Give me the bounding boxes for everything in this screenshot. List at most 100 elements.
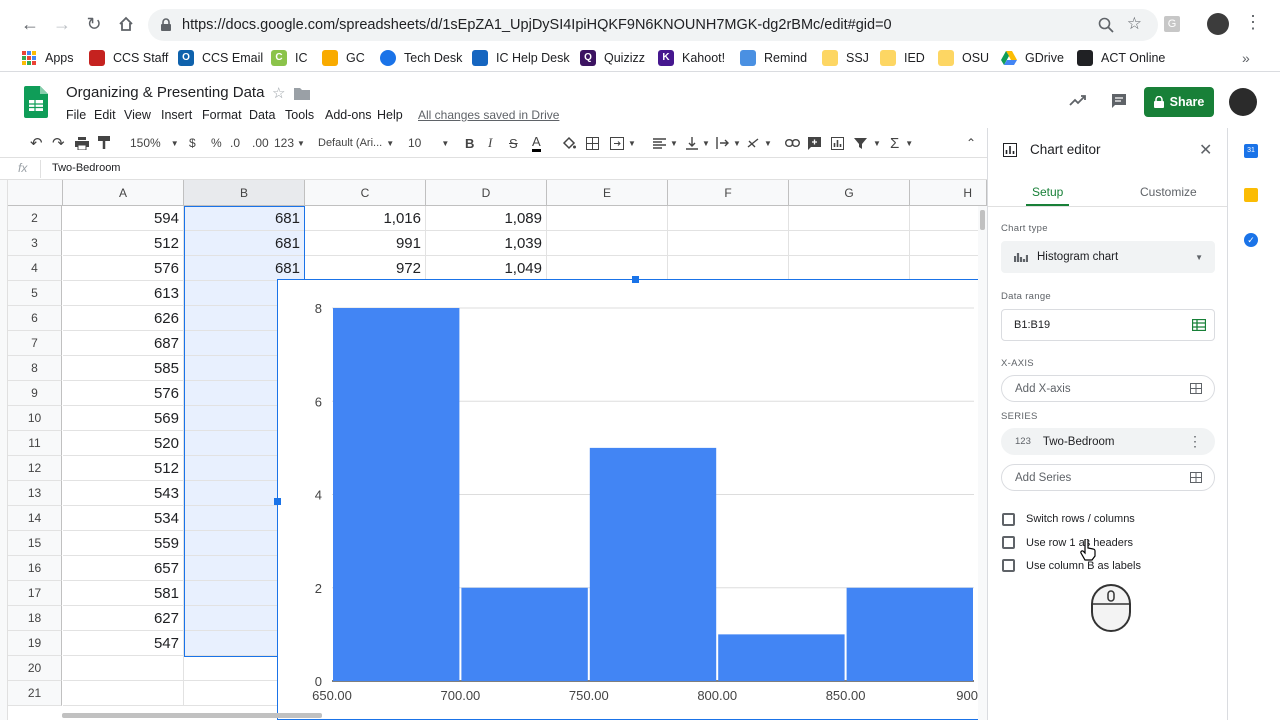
star-icon[interactable]: ☆ [272,84,285,102]
cell-a[interactable]: 576 [63,256,184,281]
sheets-logo-icon[interactable] [24,86,48,118]
cell-a[interactable]: 626 [63,306,184,331]
histogram-bar[interactable] [718,634,845,681]
cell-a[interactable]: 687 [63,331,184,356]
undo-icon[interactable]: ↶ [30,134,43,152]
bookmark-quizizz[interactable]: Q Quizizz [580,48,645,68]
use-row-1-headers-checkbox[interactable] [1002,536,1015,549]
column-header-g[interactable]: G [789,180,910,206]
bookmark-ccs-email[interactable]: O CCS Email [178,48,263,68]
bookmark-kahoot[interactable]: K Kahoot! [658,48,725,68]
cell-g[interactable] [789,206,910,231]
tab-setup[interactable]: Setup [1032,185,1063,199]
series-item[interactable]: 123 Two-Bedroom ⋮ [1001,428,1215,455]
menu-insert[interactable]: Insert [161,108,192,122]
increase-decimal-button[interactable]: .00 [252,134,269,152]
strikethrough-icon[interactable]: S [509,134,518,152]
insert-link-icon[interactable] [785,134,800,152]
cell-c[interactable]: 972 [305,256,426,281]
row-header[interactable]: 11 [8,431,62,456]
bookmark-osu[interactable]: OSU [938,48,989,68]
user-avatar[interactable] [1229,88,1257,116]
bookmark-ssj[interactable]: SSJ [822,48,869,68]
paint-format-icon[interactable] [98,134,110,152]
chart-type-dropdown[interactable]: Histogram chart ▼ [1001,241,1215,273]
row-header[interactable]: 16 [8,556,62,581]
cell-a[interactable]: 585 [63,356,184,381]
zoom-icon[interactable] [1098,17,1114,33]
percent-format-button[interactable]: % [211,134,222,152]
use-column-b-labels-checkbox[interactable] [1002,559,1015,572]
bookmark-gdrive[interactable]: GDrive [1001,48,1064,68]
save-status[interactable]: All changes saved in Drive [418,108,559,122]
back-arrow-icon[interactable]: ← [18,12,42,36]
cell-a[interactable]: 547 [63,631,184,656]
row-header[interactable]: 5 [8,281,62,306]
print-icon[interactable] [75,134,89,152]
bold-icon[interactable]: B [465,134,474,152]
font-size-select[interactable]: 10 ▼ [408,134,449,152]
address-bar[interactable]: https://docs.google.com/spreadsheets/d/1… [148,9,1158,41]
more-vert-icon[interactable]: ⋮ [1188,433,1202,450]
row-header[interactable]: 18 [8,606,62,631]
bookmark-ic-help-desk[interactable]: IC Help Desk [472,48,570,68]
cell-a[interactable]: 534 [63,506,184,531]
histogram-bar[interactable] [461,587,588,681]
cell-g[interactable] [789,256,910,281]
grid-select-icon[interactable] [1192,319,1206,331]
keep-icon[interactable] [1244,188,1258,202]
spreadsheet-grid[interactable]: A B C D E F G H 2 594 681 1,016 1,089 3 512 681… [0,180,987,720]
text-color-icon[interactable]: A [532,134,541,152]
bookmark-tech-desk[interactable]: Tech Desk [380,48,462,68]
menu-data[interactable]: Data [249,108,275,122]
forward-arrow-icon[interactable]: → [50,12,74,36]
cell-f[interactable] [668,256,789,281]
row-header[interactable]: 4 [8,256,62,281]
insert-chart-icon[interactable] [831,134,844,152]
cell-g[interactable] [789,231,910,256]
row-header[interactable]: 19 [8,631,62,656]
cell-a[interactable]: 569 [63,406,184,431]
cell-b[interactable]: 681 [184,256,305,281]
home-icon[interactable] [114,12,138,36]
column-header-c[interactable]: C [305,180,426,206]
bookmark-act-online[interactable]: ACT Online [1077,48,1165,68]
share-button[interactable]: Share [1144,87,1214,117]
column-header-h[interactable]: H [910,180,987,206]
bookmark-ied[interactable]: IED [880,48,925,68]
cell-a[interactable]: 613 [63,281,184,306]
bookmark-ic[interactable]: C IC [271,48,308,68]
histogram-bar[interactable] [333,308,460,681]
trending-up-icon[interactable] [1069,94,1087,106]
menu-view[interactable]: View [124,108,151,122]
more-bookmarks-icon[interactable]: » [1242,48,1250,68]
cell-a[interactable]: 627 [63,606,184,631]
horizontal-scrollbar[interactable] [62,713,322,718]
row-header[interactable]: 9 [8,381,62,406]
decrease-decimal-button[interactable]: .0 [230,134,240,152]
row-header[interactable]: 13 [8,481,62,506]
menu-file[interactable]: File [66,108,86,122]
extension-icon[interactable]: G [1164,16,1180,32]
row-header[interactable]: 20 [8,656,62,681]
cell-h[interactable] [910,231,987,256]
currency-format-button[interactable]: $ [189,134,196,152]
profile-avatar[interactable] [1207,13,1229,35]
font-family-select[interactable]: Default (Ari... ▼ [318,134,394,152]
borders-icon[interactable] [586,134,599,152]
folder-icon[interactable] [294,87,310,100]
cell-c[interactable]: 1,016 [305,206,426,231]
cell-e[interactable] [547,256,668,281]
row-header[interactable]: 14 [8,506,62,531]
redo-icon[interactable]: ↷ [52,134,65,152]
cell-a[interactable] [63,656,184,681]
cell-a[interactable]: 594 [63,206,184,231]
column-header-b[interactable]: B [184,180,305,206]
cell-e[interactable] [547,206,668,231]
bookmark-ccs-staff[interactable]: CCS Staff [89,48,168,68]
row-header[interactable]: 15 [8,531,62,556]
row-header[interactable]: 2 [8,206,62,231]
bookmark-apps[interactable]: Apps [22,48,74,68]
formula-input[interactable]: Two-Bedroom [52,162,120,174]
fill-color-icon[interactable] [562,134,576,152]
